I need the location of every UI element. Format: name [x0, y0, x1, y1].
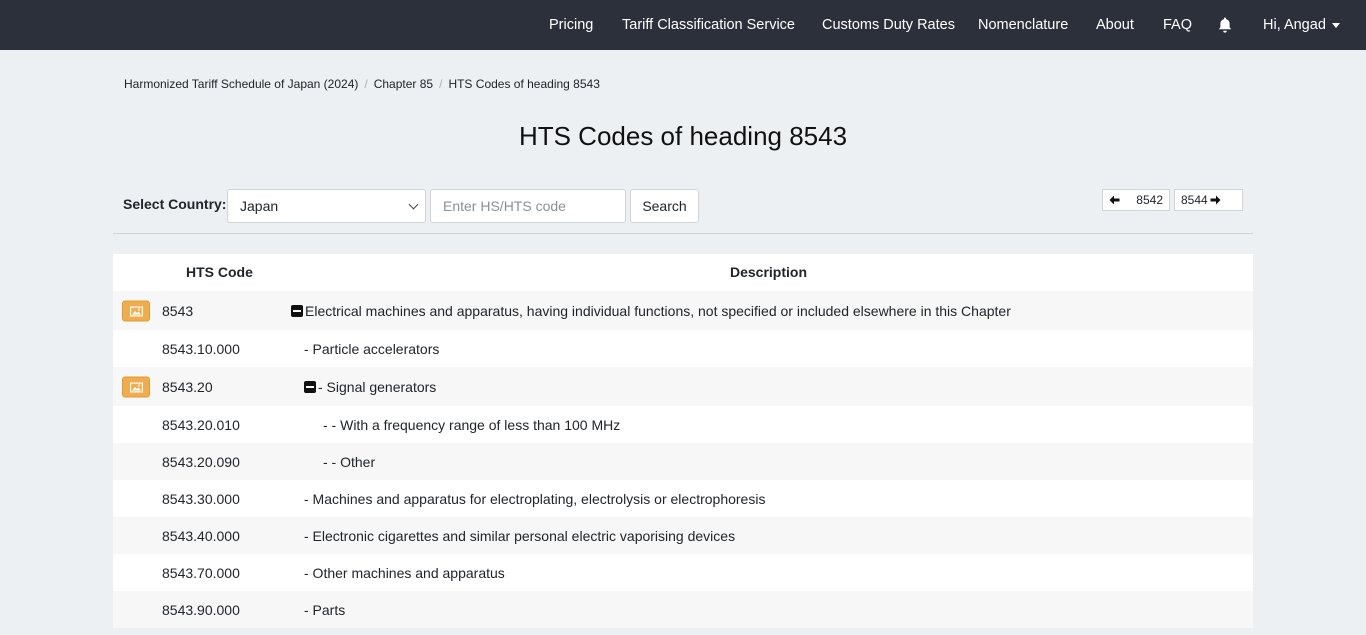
- nav-tariff-classification-service[interactable]: Tariff Classification Service: [622, 0, 795, 50]
- nav-about[interactable]: About: [1096, 0, 1134, 50]
- breadcrumb-separator: /: [439, 77, 443, 91]
- table-header: HTS Code Description: [113, 254, 1253, 291]
- next-heading-button[interactable]: 8544: [1174, 189, 1243, 211]
- bell-icon[interactable]: [1218, 17, 1232, 33]
- table-row: 8543.10.000 - Particle accelerators: [113, 330, 1253, 367]
- hts-code[interactable]: 8543.20: [162, 379, 213, 395]
- collapse-icon[interactable]: [304, 380, 316, 393]
- hts-description-text: Electrical machines and apparatus, havin…: [305, 302, 1011, 319]
- hts-code-input[interactable]: [430, 189, 626, 223]
- hts-description: - - With a frequency range of less than …: [323, 417, 620, 433]
- hts-description-text: - - With a frequency range of less than …: [323, 416, 621, 433]
- nav-faq[interactable]: FAQ: [1163, 0, 1192, 50]
- chevron-down-icon: [408, 199, 419, 210]
- nav-pricing[interactable]: Pricing: [549, 0, 593, 50]
- hts-code[interactable]: 8543.10.000: [162, 341, 240, 357]
- table-row: 8543 Electrical machines and apparatus, h…: [113, 291, 1253, 330]
- hts-code[interactable]: 8543.20.090: [162, 454, 240, 470]
- chevron-down-icon: [1331, 22, 1340, 28]
- hts-code[interactable]: 8543.20.010: [162, 417, 240, 433]
- image-icon: [130, 306, 143, 316]
- page-title: HTS Codes of heading 8543: [518, 121, 848, 151]
- divider: [113, 233, 1253, 234]
- table-row: 8543.90.000 - Parts: [113, 591, 1253, 628]
- hts-description-text: - Signal generators: [318, 378, 437, 395]
- arrow-left-icon: [1109, 195, 1120, 205]
- nav-nomenclature[interactable]: Nomenclature: [978, 0, 1068, 50]
- table-body: 8543 Electrical machines and apparatus, h…: [113, 291, 1253, 628]
- hts-description: - Other machines and apparatus: [304, 565, 505, 581]
- hts-code[interactable]: 8543: [162, 303, 193, 319]
- user-menu[interactable]: Hi, Angad: [1263, 0, 1340, 50]
- hts-description: - Particle accelerators: [304, 341, 439, 357]
- hts-description-text: - - Other: [323, 453, 376, 470]
- hts-description: - Electronic cigarettes and similar pers…: [304, 528, 735, 544]
- table-row: 8543.20.090 - - Other: [113, 443, 1253, 480]
- breadcrumb-schedule[interactable]: Harmonized Tariff Schedule of Japan (202…: [124, 77, 358, 91]
- prev-heading-label: 8542: [1136, 193, 1163, 207]
- hts-code[interactable]: 8543.70.000: [162, 565, 240, 581]
- image-button[interactable]: [122, 300, 150, 321]
- country-label: Select Country:: [123, 196, 227, 212]
- country-select[interactable]: Japan: [227, 189, 426, 223]
- image-button[interactable]: [122, 376, 150, 397]
- table-row: 8543.30.000 - Machines and apparatus for …: [113, 480, 1253, 517]
- next-heading-label: 8544: [1181, 193, 1208, 207]
- user-greeting: Hi, Angad: [1263, 17, 1326, 33]
- hts-description-text: - Other machines and apparatus: [304, 564, 505, 581]
- hts-description-text: - Electronic cigarettes and similar pers…: [304, 527, 736, 544]
- breadcrumb-current: HTS Codes of heading 8543: [448, 77, 600, 91]
- hts-description: Electrical machines and apparatus, havin…: [291, 303, 1011, 319]
- hts-code[interactable]: 8543.90.000: [162, 602, 240, 618]
- arrow-right-icon: [1210, 195, 1221, 205]
- breadcrumb: Harmonized Tariff Schedule of Japan (202…: [124, 77, 600, 91]
- hts-description-text: - Machines and apparatus for electroplat…: [304, 490, 766, 507]
- hts-description: - Parts: [304, 602, 345, 618]
- breadcrumb-chapter[interactable]: Chapter 85: [374, 77, 433, 91]
- top-navbar: Pricing Tariff Classification Service Cu…: [0, 0, 1366, 50]
- nav-customs-duty-rates[interactable]: Customs Duty Rates: [822, 0, 955, 50]
- header-description: Description: [730, 264, 808, 280]
- search-button[interactable]: Search: [630, 189, 699, 223]
- hts-code[interactable]: 8543.40.000: [162, 528, 240, 544]
- prev-heading-button[interactable]: 8542: [1102, 189, 1170, 211]
- image-icon: [130, 382, 143, 392]
- hts-description-text: - Parts: [304, 601, 346, 618]
- header-hts-code: HTS Code: [186, 264, 253, 280]
- table-row: 8543.20.010 - - With a frequency range of…: [113, 406, 1253, 443]
- country-select-value: Japan: [240, 198, 279, 214]
- hts-table: HTS Code Description 8543 Electrical mach…: [113, 254, 1253, 628]
- hts-code[interactable]: 8543.30.000: [162, 491, 240, 507]
- breadcrumb-separator: /: [364, 77, 368, 91]
- table-row: 8543.40.000 - Electronic cigarettes and s…: [113, 517, 1253, 554]
- hts-description-text: - Particle accelerators: [304, 340, 440, 357]
- table-row: 8543.20 - Signal generators: [113, 367, 1253, 406]
- collapse-icon[interactable]: [291, 304, 303, 317]
- table-row: 8543.70.000 - Other machines and apparatu…: [113, 554, 1253, 591]
- hts-description: - - Other: [323, 454, 375, 470]
- hts-description: - Machines and apparatus for electroplat…: [304, 491, 765, 507]
- hts-description: - Signal generators: [304, 379, 436, 395]
